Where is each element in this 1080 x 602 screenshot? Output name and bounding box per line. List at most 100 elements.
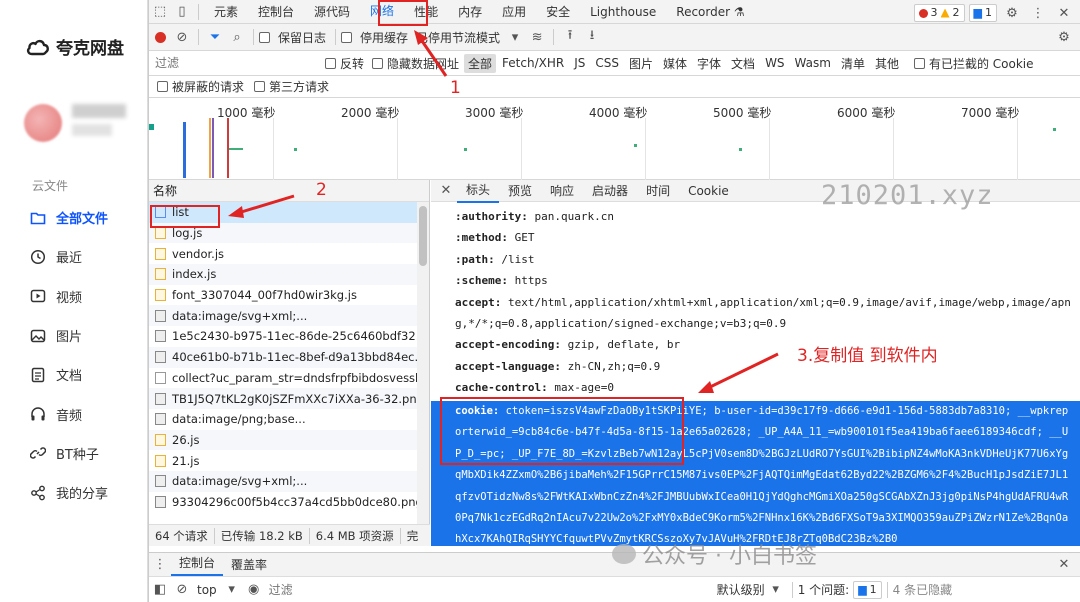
filter-type-css[interactable]: CSS (591, 55, 623, 71)
gear-icon[interactable]: ⚙ (1001, 2, 1023, 23)
filter-type-xhr[interactable]: Fetch/XHR (498, 55, 568, 71)
header-row-cache-control[interactable]: cache-control: max-age=0 (455, 377, 1080, 398)
avatar[interactable] (24, 104, 62, 142)
eye-icon[interactable]: ◉ (243, 579, 265, 601)
disable-cache-checkbox[interactable] (341, 31, 353, 43)
sidebar-item-label: 视频 (56, 290, 83, 306)
tab-response[interactable]: 响应 (541, 180, 583, 202)
close-icon[interactable]: ✕ (1053, 2, 1075, 23)
filter-type-other[interactable]: 其他 (871, 54, 903, 73)
tab-cookies[interactable]: Cookie (679, 180, 738, 202)
filter-type-font[interactable]: 字体 (693, 54, 725, 73)
header-row-method[interactable]: :method: GET (455, 227, 1080, 248)
header-row-scheme[interactable]: :scheme: https (455, 270, 1080, 291)
close-detail-icon[interactable]: ✕ (435, 180, 457, 202)
sidebar-item-documents[interactable]: 文档 (18, 355, 147, 394)
issues-badge[interactable]: ▆ 1 (853, 580, 882, 599)
header-row-accept-encoding[interactable]: accept-encoding: gzip, deflate, br (455, 334, 1080, 355)
tab-memory[interactable]: 内存 (448, 0, 492, 23)
request-row[interactable]: 93304296c00f5b4cc37a4cd5bb0dce80.png (149, 492, 429, 513)
clear-icon[interactable]: ⊘ (171, 26, 193, 48)
tab-console[interactable]: 控制台 (248, 0, 304, 23)
request-row[interactable]: data:image/png;base... (149, 409, 429, 430)
filter-type-manifest[interactable]: 清单 (837, 54, 869, 73)
inspect-element-icon[interactable]: ⬚ (149, 1, 171, 23)
chevron-down-icon[interactable]: ▾ (504, 26, 526, 48)
sidebar-item-images[interactable]: 图片 (18, 316, 147, 355)
sidebar-item-video[interactable]: 视频 (18, 277, 147, 316)
chevron-down-icon[interactable]: ▾ (765, 579, 787, 601)
tab-elements[interactable]: 元素 (204, 0, 248, 23)
request-row[interactable]: 40ce61b0-b71b-11ec-8bef-d9a13bbd84ec.png (149, 346, 429, 368)
annotation-box-list-request (150, 205, 220, 228)
tab-preview[interactable]: 预览 (499, 180, 541, 202)
request-row[interactable]: TB1J5Q7tKL2gK0jSZFmXXc7iXXa-36-32.png (149, 388, 429, 409)
close-drawer-icon[interactable]: ✕ (1053, 554, 1075, 576)
blocked-cookies-checkbox[interactable] (913, 57, 925, 69)
tab-recorder[interactable]: Recorder ⚗ (666, 0, 754, 23)
request-row[interactable]: data:image/svg+xml;... (149, 470, 429, 492)
filter-type-ws[interactable]: WS (761, 55, 788, 71)
search-icon[interactable]: ⌕ (226, 26, 248, 48)
tab-initiator[interactable]: 启动器 (583, 180, 637, 202)
filter-type-media[interactable]: 媒体 (659, 54, 691, 73)
third-party-checkbox[interactable] (254, 81, 266, 92)
console-filter-input[interactable] (268, 582, 709, 597)
hide-data-urls-checkbox[interactable] (372, 57, 384, 69)
request-list-scrollbar[interactable] (417, 202, 429, 524)
sidebar-item-recent[interactable]: 最近 (18, 237, 147, 276)
preserve-log-checkbox[interactable] (259, 31, 270, 43)
request-row[interactable]: vendor.js (149, 243, 429, 264)
tab-application[interactable]: 应用 (492, 0, 536, 23)
error-warning-counter[interactable]: 3 2 (913, 4, 965, 22)
device-toolbar-icon[interactable]: ▯ (171, 1, 193, 23)
filter-type-js[interactable]: JS (570, 55, 589, 71)
filter-type-all[interactable]: 全部 (464, 53, 497, 73)
request-row[interactable]: 26.js (149, 429, 429, 451)
request-row[interactable]: collect?uc_param_str=dndsfrpfbibdosvessb… (149, 368, 429, 389)
import-icon[interactable]: ⭱ (559, 26, 581, 48)
request-row[interactable]: 21.js (149, 450, 429, 471)
sidebar-item-bt[interactable]: BT种子 (18, 434, 147, 473)
tab-security[interactable]: 安全 (536, 0, 580, 23)
request-row[interactable]: index.js (149, 264, 429, 285)
export-icon[interactable]: ⭳ (581, 26, 603, 48)
log-levels-select[interactable]: 默认级别 (717, 581, 765, 598)
sidebar-item-audio[interactable]: 音频 (18, 394, 147, 433)
drawer-tab-coverage[interactable]: 覆盖率 (223, 556, 275, 573)
sidebar-item-my-share[interactable]: 我的分享 (18, 473, 147, 512)
blocked-requests-checkbox[interactable] (157, 81, 168, 92)
network-overview-timeline[interactable]: 1000 毫秒 2000 毫秒 3000 毫秒 4000 毫秒 5000 毫秒 … (149, 98, 1080, 180)
message-counter[interactable]: ▆ 1 (968, 4, 997, 22)
wifi-icon[interactable]: ≋ (526, 26, 548, 48)
context-select[interactable]: top (197, 583, 217, 597)
clear-console-icon[interactable]: ⊘ (171, 579, 193, 601)
more-options-icon[interactable]: ⋮ (1027, 2, 1049, 23)
tab-timing[interactable]: 时间 (637, 180, 679, 202)
chevron-down-icon[interactable]: ▾ (221, 579, 243, 601)
tab-lighthouse[interactable]: Lighthouse (580, 0, 666, 23)
scrollbar-thumb[interactable] (419, 206, 427, 266)
request-row[interactable]: data:image/svg+xml;... (149, 305, 429, 327)
request-row[interactable]: font_3307044_00f7hd0wir3kg.js (149, 285, 429, 306)
tab-headers[interactable]: 标头 (457, 179, 500, 203)
sidebar-toggle-icon[interactable]: ◧ (149, 579, 171, 601)
record-icon[interactable] (149, 26, 171, 48)
issues-label[interactable]: 1 个问题: (798, 581, 850, 598)
filter-type-doc[interactable]: 文档 (727, 54, 759, 73)
filter-type-img[interactable]: 图片 (625, 54, 657, 73)
header-row-accept[interactable]: accept: text/html,application/xhtml+xml,… (455, 292, 1080, 335)
tab-sources[interactable]: 源代码 (304, 0, 360, 23)
filter-icon[interactable]: ⏷ (204, 26, 226, 48)
app-logo[interactable]: 夸克网盘 (26, 34, 124, 59)
sidebar-item-all-files[interactable]: 全部文件 (18, 198, 147, 237)
throttle-select[interactable]: 已停用节流模式 (416, 29, 500, 46)
more-tools-icon[interactable]: ⋮ (149, 554, 171, 576)
header-row-path[interactable]: :path: /list (455, 249, 1080, 270)
network-settings-icon[interactable]: ⚙ (1053, 26, 1075, 48)
invert-checkbox[interactable] (325, 57, 336, 69)
request-row[interactable]: 1e5c2430-b975-11ec-86de-25c6460bdf32.png (149, 326, 429, 347)
filter-type-wasm[interactable]: Wasm (791, 55, 835, 71)
filter-input[interactable] (155, 53, 305, 73)
drawer-tab-console[interactable]: 控制台 (171, 553, 224, 576)
